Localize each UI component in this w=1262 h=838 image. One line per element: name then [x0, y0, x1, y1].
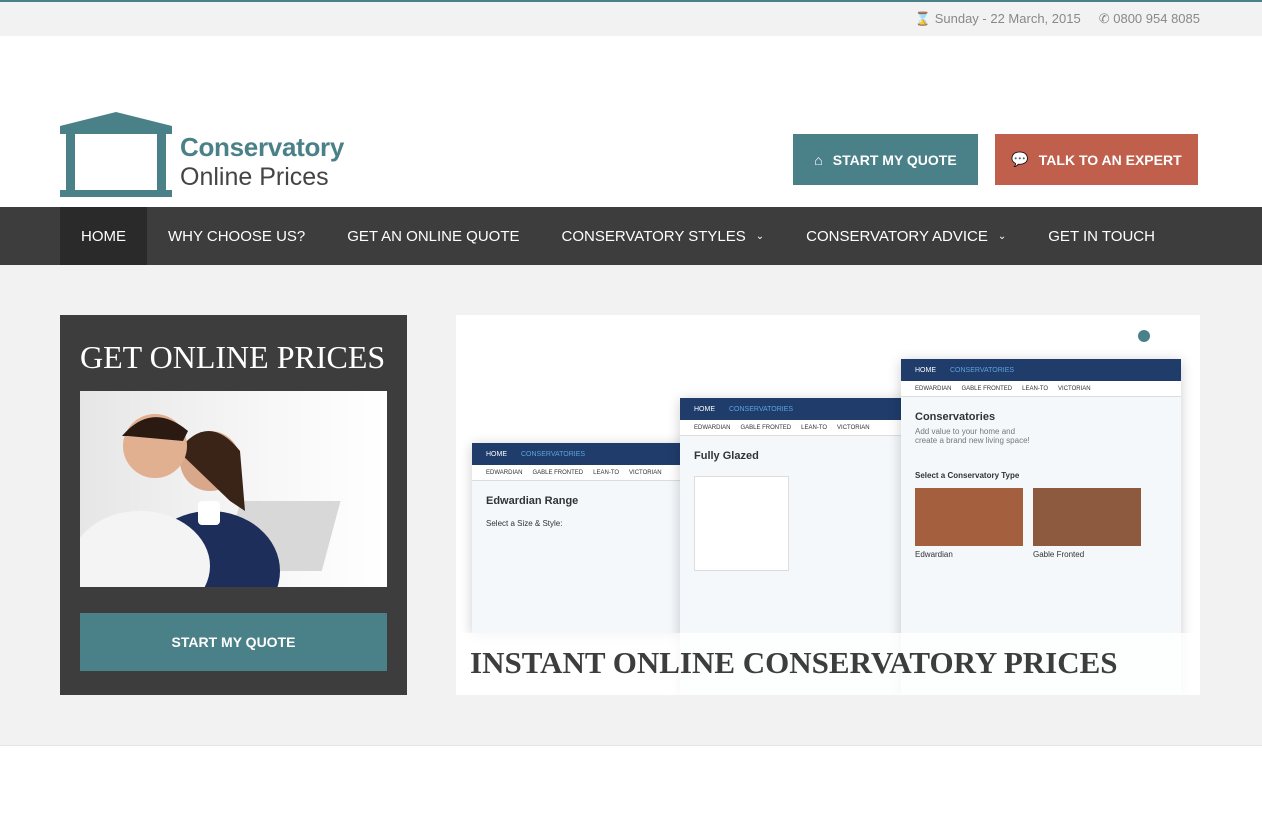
nav-why-choose-us[interactable]: WHY CHOOSE US? [147, 207, 326, 265]
slider-dot[interactable] [1138, 330, 1150, 342]
chevron-down-icon: ⌄ [755, 230, 765, 242]
nav-conservatory-advice[interactable]: CONSERVATORY ADVICE ⌄ [785, 207, 1027, 265]
date-info: ⌛ Sunday - 22 March, 2015 [914, 11, 1081, 26]
home-icon: ⌂ [814, 151, 823, 168]
logo[interactable]: Conservatory Online Prices [60, 112, 344, 198]
nav-online-quote[interactable]: GET AN ONLINE QUOTE [326, 207, 540, 265]
logo-line1: Conservatory [180, 132, 345, 162]
mockup-edwardian: HOME CONSERVATORIES EDWARDIAN GABLE FRONTE… [472, 443, 712, 633]
slider-caption: INSTANT ONLINE CONSERVATORY PRICES [456, 633, 1200, 695]
nav-get-in-touch[interactable]: GET IN TOUCH [1027, 207, 1176, 265]
conservatory-logo-icon [60, 112, 172, 197]
chevron-down-icon: ⌄ [997, 230, 1007, 242]
hourglass-icon: ⌛ [914, 11, 932, 26]
chat-icon: 💬 [1011, 151, 1029, 167]
nav-conservatory-styles[interactable]: CONSERVATORY STYLES ⌄ [541, 207, 786, 265]
header: Conservatory Online Prices ⌂ START MY QUO… [0, 36, 1262, 207]
talk-expert-button[interactable]: 💬 TALK TO AN EXPERT [995, 134, 1198, 185]
promo-box: GET ONLINE PRICES START MY QUOTE [60, 315, 407, 695]
logo-line2: Online Prices [180, 163, 329, 191]
top-bar: ⌛ Sunday - 22 March, 2015 ✆ 0800 954 808… [0, 0, 1262, 36]
main-content: GET ONLINE PRICES START MY QUOTE HOME CON… [0, 265, 1262, 746]
promo-title: GET ONLINE PRICES [80, 339, 386, 375]
phone-icon: ✆ [1098, 11, 1110, 26]
image-slider: HOME CONSERVATORIES EDWARDIAN GABLE FRONTE… [456, 315, 1200, 695]
main-nav: HOME WHY CHOOSE US? GET AN ONLINE QUOTE … [0, 207, 1262, 265]
nav-home[interactable]: HOME [60, 207, 147, 265]
promo-start-quote-button[interactable]: START MY QUOTE [80, 613, 387, 671]
start-quote-button[interactable]: ⌂ START MY QUOTE [793, 134, 978, 185]
phone-info[interactable]: ✆ 0800 954 8085 [1099, 11, 1200, 27]
couple-laptop-photo [80, 391, 387, 587]
